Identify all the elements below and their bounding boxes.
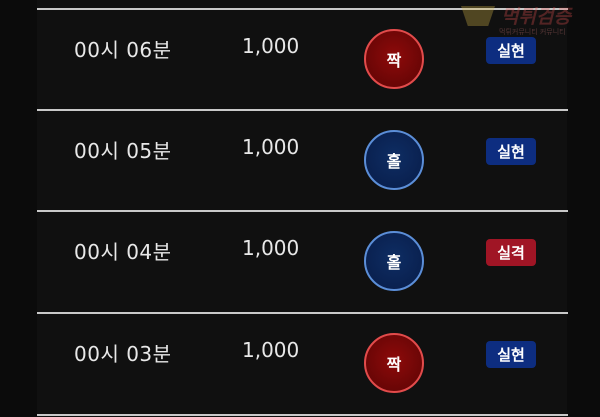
result-badge: 실현: [486, 341, 536, 368]
result-label: 실현: [497, 346, 525, 364]
round-time: 00시 05분: [74, 139, 172, 163]
result-badge: 실현: [486, 37, 536, 64]
bet-amount: 1,000: [242, 236, 300, 260]
watermark-title: 먹튀검증: [501, 6, 571, 28]
round-time: 00시 03분: [74, 342, 172, 366]
table-row[interactable]: 00시 03분 1,000 짝 실현: [37, 314, 567, 414]
pick-label: 짝: [386, 355, 402, 374]
result-label: 실격: [497, 244, 525, 262]
pick-label: 짝: [386, 51, 402, 70]
bet-amount: 1,000: [242, 135, 300, 159]
pick-label: 홀: [386, 152, 402, 171]
result-badge: 실현: [486, 138, 536, 165]
result-label: 실현: [497, 42, 525, 60]
round-time: 00시 06분: [74, 38, 172, 62]
history-screen: 00시 06분 1,000 짝 실현 00시 05분 1,000 홀 실현 00…: [0, 0, 600, 417]
round-time: 00시 04분: [74, 240, 172, 264]
watermark-logo-icon: [461, 6, 495, 26]
result-badge: 실격: [486, 239, 536, 266]
table-row[interactable]: 00시 05분 1,000 홀 실현: [37, 111, 567, 211]
bet-amount: 1,000: [242, 338, 300, 362]
pick-ball-even: 짝: [364, 333, 424, 393]
table-row[interactable]: 00시 04분 1,000 홀 실격: [37, 212, 567, 312]
pick-ball-odd: 홀: [364, 130, 424, 190]
row-divider: [37, 414, 568, 416]
pick-ball-even: 짝: [364, 29, 424, 89]
pick-label: 홀: [386, 253, 402, 272]
watermark: 먹튀검증 먹튀커뮤니티 커뮤니티: [461, 4, 597, 38]
result-label: 실현: [497, 143, 525, 161]
watermark-subtitle: 먹튀커뮤니티 커뮤니티: [499, 28, 566, 36]
pick-ball-odd: 홀: [364, 231, 424, 291]
bet-amount: 1,000: [242, 34, 300, 58]
